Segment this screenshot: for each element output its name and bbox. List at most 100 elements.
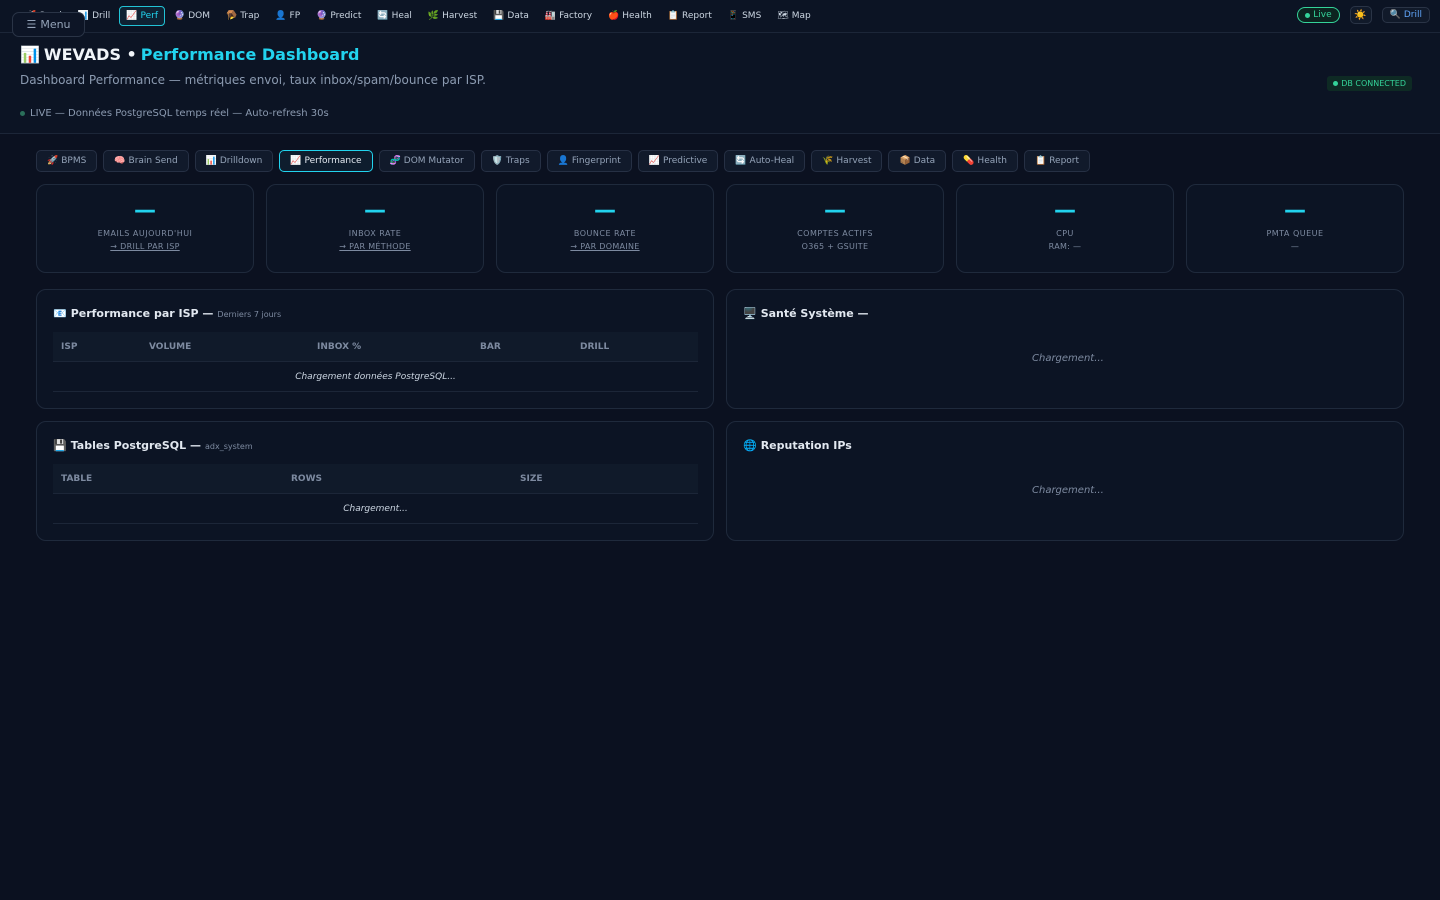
kpi-card: — CPU RAM: — <box>956 184 1174 273</box>
nav-link-harvest[interactable]: 🌿 Harvest <box>421 6 484 26</box>
tab-harvest[interactable]: 🌾 Harvest <box>811 150 883 172</box>
tab-icon: 💊 <box>963 156 975 166</box>
nav-link-label: Drill <box>92 11 111 21</box>
tab-fingerprint[interactable]: 👤 Fingerprint <box>546 150 632 172</box>
live-label: Live <box>1313 10 1332 20</box>
postgres-tables-panel: 💾 Tables PostgreSQL — adx_system TABLE R… <box>36 421 714 541</box>
tab-icon: 📊 <box>205 156 217 166</box>
tables-panel-title: 💾 Tables PostgreSQL — adx_system <box>53 439 253 452</box>
factory-icon: 🏭 <box>544 11 557 21</box>
status-dot-icon <box>20 111 25 116</box>
db-status-badge: DB CONNECTED <box>1327 76 1412 91</box>
hamburger-icon: ☰ <box>26 18 37 31</box>
reputation-loading-text: Chargement... <box>1032 485 1104 496</box>
module-tabs: 🚀 BPMS 🧠 Brain Send 📊 Drilldown 📈 Performance 🧬 D… <box>36 150 1091 172</box>
nav-link-factory[interactable]: 🏭 Factory <box>538 6 599 26</box>
tables-panel-schema: adx_system <box>205 442 253 451</box>
kpi-value: — <box>134 198 156 223</box>
nav-link-sms[interactable]: 📱 SMS <box>721 6 768 26</box>
tab-icon: 🧠 <box>114 156 126 166</box>
col-inbox: INBOX % <box>317 341 362 352</box>
nav-link-label: Data <box>507 11 529 21</box>
nav-link-dom[interactable]: 🔮 DOM <box>167 6 217 26</box>
kpi-card: — INBOX RATE → PAR MÉTHODE <box>266 184 484 273</box>
kpi-value: — <box>594 198 616 223</box>
isp-panel-title-text: Performance par ISP — <box>70 307 214 320</box>
nav-link-trap[interactable]: 🪤 Trap <box>219 6 266 26</box>
nav-link-label: DOM <box>188 11 210 21</box>
tab-label: Data <box>913 156 936 166</box>
nav-link-label: Factory <box>559 11 593 21</box>
tab-icon: 🚀 <box>47 156 59 166</box>
nav-link-label: Perf <box>140 11 158 21</box>
postgres-table-header: TABLE ROWS SIZE <box>53 464 698 494</box>
tab-report[interactable]: 📋 Report <box>1023 150 1091 172</box>
bar-chart-icon: 📊 <box>20 45 40 64</box>
refresh-icon: 🔄 <box>377 11 389 21</box>
tab-performance[interactable]: 📈 Performance <box>279 150 373 172</box>
page-title: 📊 WEVADS • Performance Dashboard <box>20 45 359 64</box>
nav-link-health[interactable]: 🍎 Health <box>601 6 659 26</box>
tab-health[interactable]: 💊 Health <box>952 150 1018 172</box>
tab-predictive[interactable]: 📈 Predictive <box>637 150 719 172</box>
tab-brain-send[interactable]: 🧠 Brain Send <box>103 150 189 172</box>
tab-label: Drilldown <box>219 156 263 166</box>
kpi-subtext: O365 + GSUITE <box>801 242 869 251</box>
postgres-table-loading-row: Chargement... <box>53 494 698 524</box>
nav-link-heal[interactable]: 🔄 Heal <box>370 6 419 26</box>
nav-link-fp[interactable]: 👤 FP <box>268 6 307 26</box>
nav-link-perf[interactable]: 📈 Perf <box>119 6 165 26</box>
tab-icon: 📦 <box>899 156 911 166</box>
nav-link-label: Predict <box>330 11 362 21</box>
nav-link-report[interactable]: 📋 Report <box>661 6 719 26</box>
nav-link-label: SMS <box>742 11 762 21</box>
nav-link-predict[interactable]: 🔮 Predict <box>309 6 368 26</box>
health-panel-title-text: Santé Système — <box>760 307 869 320</box>
tab-drilldown[interactable]: 📊 Drilldown <box>194 150 274 172</box>
nav-link-label: Report <box>682 11 712 21</box>
reputation-panel-title: 🌐 Reputation IPs <box>743 439 852 452</box>
kpi-label: BOUNCE RATE <box>573 229 637 238</box>
menu-button[interactable]: ☰ Menu <box>12 12 85 37</box>
user-icon: 👤 <box>275 11 287 21</box>
drill-label: Drill <box>1403 10 1422 20</box>
nav-link-label: Map <box>791 11 811 21</box>
nav-link-label: Heal <box>391 11 412 21</box>
live-status-line: LIVE — Données PostgreSQL temps réel — A… <box>20 108 329 119</box>
postgres-table: TABLE ROWS SIZE Chargement... <box>53 464 698 524</box>
tab-traps[interactable]: 🛡️ Traps <box>480 150 541 172</box>
kpi-card: — PMTA QUEUE — <box>1186 184 1404 273</box>
isp-panel-title: 📧 Performance par ISP — Derniers 7 jours <box>53 307 281 320</box>
email-icon: 📧 <box>53 307 67 320</box>
tab-auto-heal[interactable]: 🔄 Auto-Heal <box>724 150 806 172</box>
nav-link-data[interactable]: 💾 Data <box>486 6 536 26</box>
tab-dom-mutator[interactable]: 🧬 DOM Mutator <box>378 150 475 172</box>
map-icon: 🗺 <box>777 11 789 21</box>
nav-link-label: Harvest <box>442 11 478 21</box>
live-toggle[interactable]: Live <box>1297 7 1340 23</box>
floppy-disk-icon: 💾 <box>493 11 505 21</box>
col-volume: VOLUME <box>149 341 192 352</box>
top-nav-right: Live ☀️ 🔍 Drill <box>1297 6 1430 24</box>
tab-label: Report <box>1049 156 1080 166</box>
kpi-drill-link[interactable]: → PAR DOMAINE <box>570 242 639 251</box>
tab-data[interactable]: 📦 Data <box>888 150 947 172</box>
tab-icon: 🔄 <box>735 156 747 166</box>
tab-label: BPMS <box>61 156 87 166</box>
nav-link-label: Health <box>622 11 652 21</box>
kpi-label: CPU <box>1056 229 1074 238</box>
crystal-ball-icon: 🔮 <box>173 11 186 21</box>
tab-icon: 📈 <box>648 156 660 166</box>
reputation-panel-title-text: Reputation IPs <box>760 439 852 452</box>
tab-bpms[interactable]: 🚀 BPMS <box>36 150 98 172</box>
theme-toggle-button[interactable]: ☀️ <box>1349 6 1372 24</box>
db-status-label: DB CONNECTED <box>1341 79 1406 88</box>
drill-button[interactable]: 🔍 Drill <box>1381 7 1430 23</box>
reputation-ips-panel: 🌐 Reputation IPs Chargement... <box>726 421 1404 541</box>
page-subtitle: Dashboard Performance — métriques envoi,… <box>20 73 486 87</box>
kpi-drill-link[interactable]: → PAR MÉTHODE <box>339 242 410 251</box>
nav-link-map[interactable]: 🗺 Map <box>770 6 817 26</box>
kpi-drill-link[interactable]: → DRILL PAR ISP <box>110 242 179 251</box>
clipboard-icon: 📋 <box>667 11 680 21</box>
isp-loading-text: Chargement données PostgreSQL... <box>295 371 456 382</box>
